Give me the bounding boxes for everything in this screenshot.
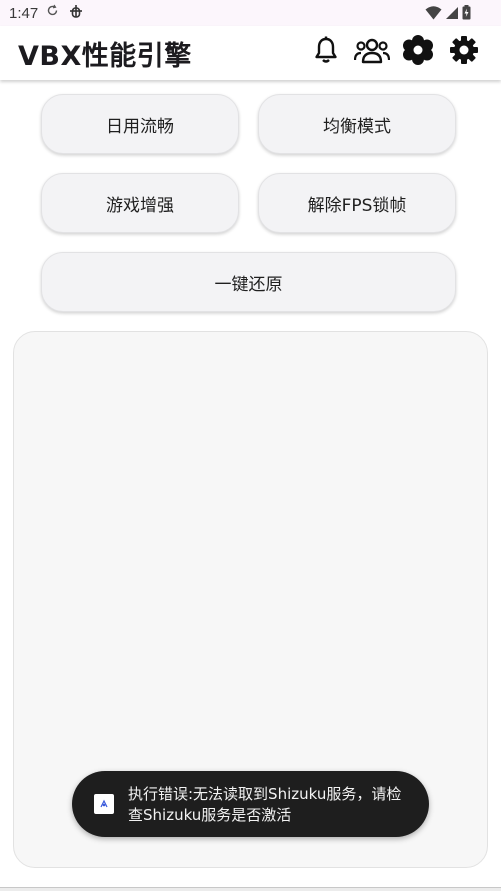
settings-button[interactable]	[441, 34, 487, 70]
app-title: VBX性能引擎	[18, 41, 192, 72]
bell-icon	[313, 36, 339, 68]
toast-message: 执行错误:无法读取到Shizuku服务，请检查Shizuku服务是否激活	[128, 785, 402, 824]
status-time: 1:47	[9, 5, 39, 22]
daily-smooth-button[interactable]: 日用流畅	[41, 94, 239, 154]
game-boost-button[interactable]: 游戏增强	[41, 173, 239, 233]
sync-icon	[46, 4, 59, 21]
balanced-mode-label: 均衡模式	[323, 116, 391, 137]
game-boost-label: 游戏增强	[106, 195, 174, 216]
wifi-icon	[425, 5, 442, 24]
community-button[interactable]	[349, 34, 395, 70]
balanced-mode-button[interactable]: 均衡模式	[258, 94, 456, 154]
error-toast: 执行错误:无法读取到Shizuku服务，请检查Shizuku服务是否激活	[72, 771, 429, 837]
app-icon	[94, 794, 114, 814]
app-bar: VBX性能引擎	[0, 26, 501, 80]
app-actions	[303, 34, 487, 70]
status-bar: 1:47	[0, 0, 501, 26]
tuning-settings-button[interactable]	[395, 34, 441, 70]
navigation-bar	[0, 887, 501, 891]
daily-smooth-label: 日用流畅	[106, 116, 174, 137]
flower-settings-icon	[403, 35, 433, 69]
gear-icon	[449, 35, 479, 69]
status-indicators	[425, 5, 471, 24]
unlock-fps-button[interactable]: 解除FPS锁帧	[258, 173, 456, 233]
bug-icon	[68, 3, 84, 23]
restore-button[interactable]: 一键还原	[41, 252, 456, 312]
battery-icon	[462, 5, 471, 24]
group-icon	[353, 36, 391, 68]
restore-label: 一键还原	[214, 274, 283, 295]
notifications-button[interactable]	[303, 34, 349, 70]
signal-icon	[445, 5, 459, 24]
unlock-fps-label: 解除FPS锁帧	[307, 195, 407, 216]
